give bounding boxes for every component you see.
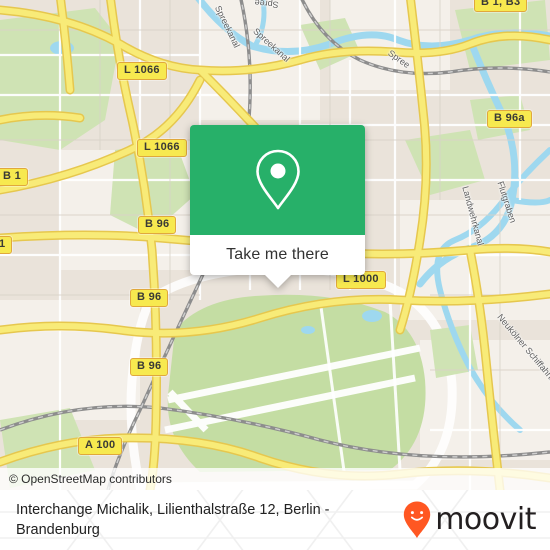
popup-tail-pointer bbox=[264, 275, 291, 288]
road-shield: 1 bbox=[0, 236, 13, 254]
location-title: Interchange Michalik, Lilienthalstraße 1… bbox=[16, 502, 330, 538]
moovit-logo[interactable]: moovit bbox=[402, 500, 550, 540]
road-shield: B 1, B3 bbox=[474, 0, 528, 12]
osm-attribution-text[interactable]: © OpenStreetMap contributors bbox=[0, 472, 172, 486]
moovit-pin-smile-icon bbox=[404, 501, 431, 538]
road-shield: L 1066 bbox=[117, 62, 167, 80]
road-shield: A 100 bbox=[78, 437, 123, 455]
moovit-map-screenshot: Spreekanal Spree Spreekanal Spree Landwehrka… bbox=[0, 0, 550, 550]
road-shield: B 96 bbox=[138, 216, 177, 234]
popup-action-bar[interactable]: Take me there bbox=[190, 235, 365, 288]
road-shield: B 96 bbox=[130, 289, 169, 307]
destination-popup[interactable]: Take me there bbox=[190, 125, 365, 288]
map-attribution-bar: © OpenStreetMap contributors bbox=[0, 468, 550, 490]
take-me-there-label: Take me there bbox=[226, 246, 329, 263]
page-footer: Interchange Michalik, Lilienthalstraße 1… bbox=[0, 490, 550, 550]
popup-icon-panel bbox=[190, 125, 365, 235]
map-pin-icon bbox=[255, 149, 300, 210]
map-canvas[interactable]: Spreekanal Spree Spreekanal Spree Landwehrka… bbox=[0, 0, 550, 490]
road-shield: B 1 bbox=[0, 168, 29, 186]
road-shield: L 1066 bbox=[137, 139, 187, 157]
moovit-wordmark: moovit bbox=[435, 502, 536, 537]
road-shield: B 96a bbox=[487, 110, 532, 128]
road-shield: B 96 bbox=[130, 358, 169, 376]
